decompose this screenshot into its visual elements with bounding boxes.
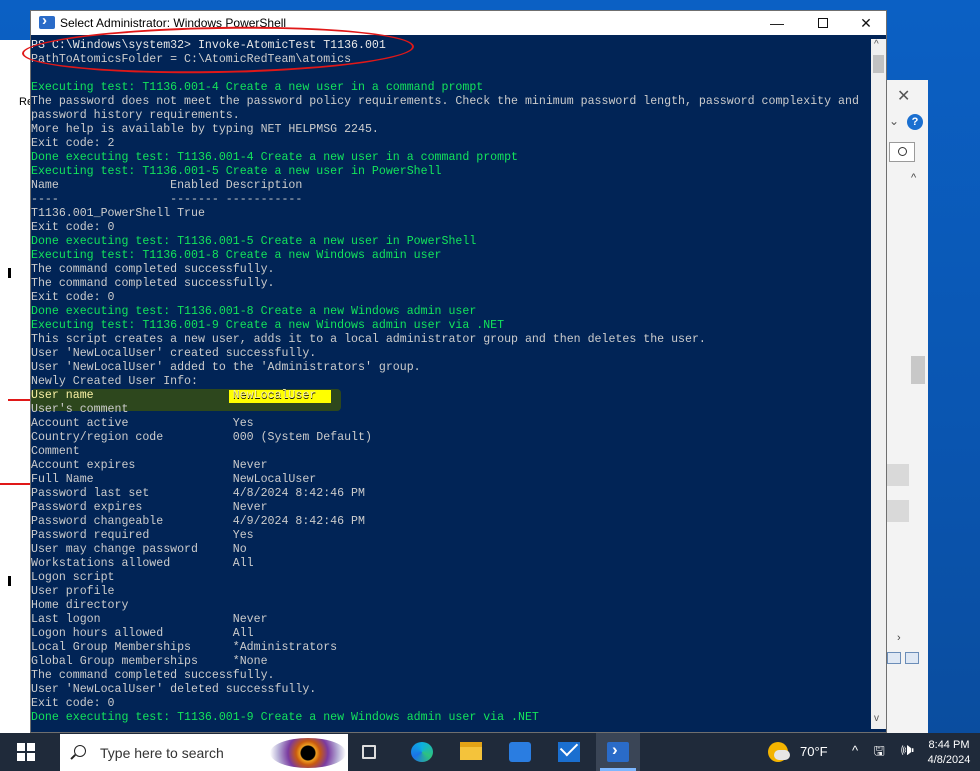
console-line: Global Group memberships *None xyxy=(31,655,268,668)
console-line: The command completed successfully. xyxy=(31,669,275,682)
console-line: User may change password No xyxy=(31,543,247,556)
console-line: The password does not meet the password … xyxy=(31,95,859,108)
console-line: T1136.001_PowerShell True xyxy=(31,207,205,220)
console-line: User's comment xyxy=(31,403,129,416)
console-line: User 'NewLocalUser' deleted successfully… xyxy=(31,683,317,696)
console-line: password history requirements. xyxy=(31,109,240,122)
clock[interactable]: 8:44 PM 4/8/2024 xyxy=(922,738,976,768)
taskbar: Type here to search 70°F ^ 🖫 🕪 8:44 PM 4… xyxy=(0,733,980,771)
console-line: Password required Yes xyxy=(31,529,254,542)
scroll-up-icon[interactable]: ^ xyxy=(911,172,916,184)
clock-time: 8:44 PM xyxy=(928,739,970,751)
scroll-up-icon[interactable]: ^ xyxy=(874,39,879,50)
console-line: Done executing test: T1136.001-5 Create … xyxy=(31,235,477,248)
system-tray[interactable]: ^ 🖫 🕪 xyxy=(852,742,920,764)
close-button[interactable]: ✕ xyxy=(846,13,886,33)
scroll-down-icon[interactable]: v xyxy=(874,713,879,724)
search-placeholder: Type here to search xyxy=(100,745,224,761)
windows-start-icon[interactable] xyxy=(17,743,35,761)
console-line: User name NewLocalUser xyxy=(31,389,317,402)
console-scrollbar[interactable]: ^ v xyxy=(871,39,886,729)
console-line: Last logon Never xyxy=(31,613,268,626)
maximize-button[interactable] xyxy=(803,13,843,33)
background-window-right[interactable]: ✕ ⌄ ? ^ › xyxy=(884,80,928,733)
console-line: Done executing test: T1136.001-4 Create … xyxy=(31,151,519,164)
store-icon[interactable] xyxy=(509,742,531,762)
search-highlight-image[interactable] xyxy=(270,738,346,768)
background-window-mark xyxy=(8,576,11,586)
console-line: Password last set 4/8/2024 8:42:46 PM xyxy=(31,487,365,500)
chevron-right-icon[interactable]: › xyxy=(897,632,901,644)
scrollbar-thumb[interactable] xyxy=(911,356,925,384)
console-line: Executing test: T1136.001-5 Create a new… xyxy=(31,165,442,178)
details-view-icon[interactable] xyxy=(887,652,901,664)
weather-temperature[interactable]: 70°F xyxy=(800,744,828,759)
mail-icon[interactable] xyxy=(558,742,580,762)
weather-icon[interactable] xyxy=(768,742,790,762)
red-annotation-mark xyxy=(0,483,30,485)
console-line: Exit code: 0 xyxy=(31,221,115,234)
red-annotation-mark xyxy=(8,399,30,401)
file-explorer-icon[interactable] xyxy=(460,742,482,760)
console-line: Password changeable 4/9/2024 8:42:46 PM xyxy=(31,515,365,528)
console-line: User 'NewLocalUser' added to the 'Admini… xyxy=(31,361,421,374)
console-line: Newly Created User Info: xyxy=(31,375,198,388)
scrollbar-thumb[interactable] xyxy=(873,55,884,73)
console-line: Account expires Never xyxy=(31,459,268,472)
console-line: Comment xyxy=(31,445,80,458)
background-window-left[interactable]: Re xyxy=(0,40,33,733)
console-line: ---- ------- ----------- xyxy=(31,193,303,206)
preview-view-icon[interactable] xyxy=(905,652,919,664)
powershell-icon xyxy=(39,12,55,29)
console-line: Done executing test: T1136.001-9 Create … xyxy=(31,711,539,724)
console-line: User profile xyxy=(31,585,115,598)
minimize-button[interactable]: — xyxy=(757,13,797,33)
powershell-window[interactable]: Select Administrator: Windows PowerShell… xyxy=(30,10,887,733)
console-line: Logon hours allowed All xyxy=(31,627,254,640)
clock-date: 4/8/2024 xyxy=(927,754,971,766)
background-window-mark xyxy=(8,268,11,278)
close-icon[interactable]: ✕ xyxy=(897,86,910,106)
search-icon[interactable] xyxy=(889,142,915,162)
console-line: Name Enabled Description xyxy=(31,179,303,192)
console-line: Exit code: 0 xyxy=(31,291,115,304)
console-line: User 'NewLocalUser' created successfully… xyxy=(31,347,317,360)
search-icon xyxy=(74,745,86,757)
console-line: Password expires Never xyxy=(31,501,268,514)
console-line: The command completed successfully. xyxy=(31,263,275,276)
list-row-band xyxy=(885,500,909,522)
powershell-icon[interactable] xyxy=(607,740,629,762)
console-line: Exit code: 0 xyxy=(31,697,115,710)
taskbar-search-box[interactable]: Type here to search xyxy=(60,734,348,771)
console-line: Executing test: T1136.001-4 Create a new… xyxy=(31,81,484,94)
console-line: Done executing test: T1136.001-8 Create … xyxy=(31,305,477,318)
task-view-icon[interactable] xyxy=(362,745,376,759)
help-icon[interactable]: ? xyxy=(907,114,923,130)
console-line: Full Name NewLocalUser xyxy=(31,473,317,486)
maximize-icon xyxy=(818,18,828,28)
chevron-down-icon[interactable]: ⌄ xyxy=(889,114,899,128)
console-line: Home directory xyxy=(31,599,129,612)
console-line: Exit code: 2 xyxy=(31,137,115,150)
console-output[interactable]: PS C:\Windows\system32> Invoke-AtomicTes… xyxy=(31,39,871,729)
console-line: Account active Yes xyxy=(31,417,254,430)
console-line: Local Group Memberships *Administrators xyxy=(31,641,338,654)
list-row-band xyxy=(885,464,909,486)
console-line: Executing test: T1136.001-8 Create a new… xyxy=(31,249,442,262)
console-line: Workstations allowed All xyxy=(31,557,254,570)
console-line: Executing test: T1136.001-9 Create a new… xyxy=(31,319,505,332)
console-line: This script creates a new user, adds it … xyxy=(31,333,706,346)
console-line: More help is available by typing NET HEL… xyxy=(31,123,379,136)
console-line: The command completed successfully. xyxy=(31,277,275,290)
console-line: Logon script xyxy=(31,571,115,584)
console-line: Country/region code 000 (System Default) xyxy=(31,431,372,444)
edge-icon[interactable] xyxy=(411,742,433,762)
